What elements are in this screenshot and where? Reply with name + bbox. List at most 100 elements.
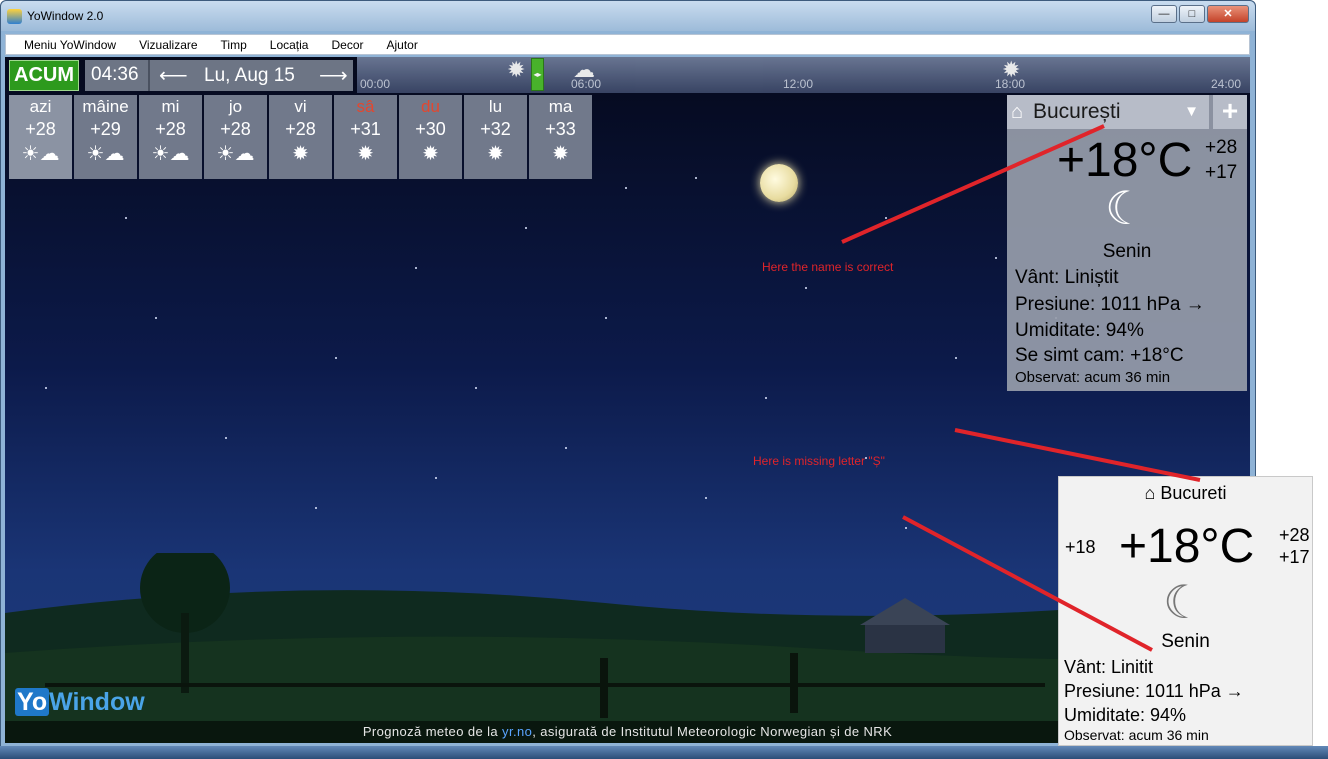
star — [905, 527, 907, 529]
widget-temperature: +18°C — [1119, 520, 1255, 573]
forecast-strip: azi +28 ☀☁ mâine +29 ☀☁ mi +28 ☀☁ jo +28 ☀☁ vi +28 ✹ sâ… — [9, 95, 592, 179]
forecast-day-name: ma — [548, 97, 573, 116]
forecast-day[interactable]: sâ +31 ✹ — [334, 95, 397, 179]
widget-pressure: Presiune: 1011 hPa → — [1064, 681, 1244, 701]
timeline-tick: 00:00 — [360, 77, 391, 91]
forecast-day-temp: +30 — [415, 119, 446, 139]
title-bar[interactable]: YoWindow 2.0 — □ ✕ — [1, 1, 1255, 31]
day-timeline[interactable]: 00:00 06:00 12:00 18:00 24:00 ✹ ☁ ✹ ◂▸ — [357, 57, 1250, 93]
star — [415, 267, 417, 269]
sun-cloud-icon: ☁ — [573, 57, 595, 82]
forecast-day-name: lu — [488, 97, 503, 116]
credits-text-after: , asigurată de Institutul Meteorologic N… — [532, 724, 893, 739]
forecast-day-temp: +28 — [155, 119, 186, 139]
star — [565, 447, 567, 449]
credits-text-before: Prognoză meteo de la — [362, 724, 503, 739]
forecast-day-temp: +29 — [90, 119, 121, 139]
forecast-day[interactable]: mi +28 ☀☁ — [139, 95, 202, 179]
star — [525, 227, 527, 229]
menu-time[interactable]: Timp — [221, 38, 247, 52]
wind-text: Vânt: Liniștit — [1015, 267, 1119, 288]
forecast-day-name: jo — [228, 97, 243, 116]
sun-cloud-icon: ☀☁ — [151, 143, 190, 165]
yowindow-logo[interactable]: YoWindow — [9, 686, 151, 719]
forecast-day-name: mi — [161, 97, 180, 116]
logo-part-yo: Yo — [15, 688, 50, 716]
current-weather-panel: ⌂ București ▼ + +18°C +28 +17 ☾ Senin Vâ… — [1007, 95, 1247, 391]
close-button[interactable]: ✕ — [1207, 5, 1249, 23]
next-day-arrow-icon[interactable]: ⟶ — [319, 63, 348, 88]
timeline-tick: 24:00 — [1211, 77, 1242, 91]
forecast-day[interactable]: vi +28 ✹ — [269, 95, 332, 179]
home-icon: ⌂ — [1144, 483, 1161, 503]
widget-wind: Vânt: Linitit — [1064, 657, 1154, 677]
star — [225, 437, 227, 439]
forecast-day-temp: +33 — [545, 119, 576, 139]
widget-high: +28 — [1279, 525, 1310, 545]
moon-clear-icon: ☾ — [1163, 576, 1205, 628]
sun-icon: ✹ — [422, 143, 439, 165]
current-time: 04:36 — [91, 64, 139, 85]
yowindow-app-icon — [7, 9, 22, 24]
forecast-day[interactable]: du +30 ✹ — [399, 95, 462, 179]
widget-location: ⌂ Bucureti — [1059, 483, 1312, 504]
star — [335, 357, 337, 359]
timeline-slider-handle[interactable]: ◂▸ — [531, 58, 544, 91]
forecast-day[interactable]: lu +32 ✹ — [464, 95, 527, 179]
forecast-day[interactable]: jo +28 ☀☁ — [204, 95, 267, 179]
forecast-day[interactable]: mâine +29 ☀☁ — [74, 95, 137, 179]
forecast-day[interactable]: ma +33 ✹ — [529, 95, 592, 179]
sun-cloud-icon: ☀☁ — [216, 143, 255, 165]
sun-icon: ✹ — [507, 57, 526, 82]
widget-humidity: Umiditate: 94% — [1064, 705, 1187, 725]
timeline-tick: 12:00 — [783, 77, 814, 91]
star — [705, 497, 707, 499]
widget-small-temp: +18 — [1065, 537, 1096, 557]
star — [315, 507, 317, 509]
forecast-day-temp: +28 — [285, 119, 316, 139]
star — [995, 257, 997, 259]
current-date: Lu, Aug 15 — [204, 65, 295, 86]
star — [125, 217, 127, 219]
minimize-button[interactable]: — — [1151, 5, 1177, 23]
forecast-day-name: mâine — [82, 97, 129, 116]
sun-icon: ✹ — [1002, 57, 1021, 82]
humidity-text: Umiditate: 94% — [1015, 320, 1144, 341]
menu-yowindow[interactable]: Meniu YoWindow — [24, 38, 116, 52]
window-title: YoWindow 2.0 — [27, 9, 104, 23]
high-temperature: +28 — [1205, 137, 1238, 158]
yr-no-link[interactable]: yr.no — [502, 724, 532, 739]
location-selector[interactable]: ⌂ București ▼ — [1007, 95, 1209, 129]
pressure-text: Presiune: 1011 hPa → — [1015, 294, 1205, 315]
menu-view[interactable]: Vizualizare — [139, 38, 197, 52]
sun-icon: ✹ — [552, 143, 569, 165]
forecast-day-temp: +32 — [480, 119, 511, 139]
star — [155, 317, 157, 319]
now-button[interactable]: ACUM — [9, 60, 79, 91]
star — [45, 387, 47, 389]
menu-decor[interactable]: Decor — [331, 38, 363, 52]
top-toolbar: ACUM 04:36 ⟵ Lu, Aug 15 ⟶ 00:00 06:00 12… — [5, 57, 1250, 93]
sun-icon: ✹ — [357, 143, 374, 165]
low-temperature: +17 — [1205, 162, 1238, 183]
sun-cloud-icon: ☀☁ — [86, 143, 125, 165]
sun-icon: ✹ — [487, 143, 504, 165]
add-location-button[interactable]: + — [1213, 95, 1247, 129]
star — [955, 357, 957, 359]
star — [695, 177, 697, 179]
star — [475, 387, 477, 389]
menu-help[interactable]: Ajutor — [387, 38, 418, 52]
chevron-down-icon[interactable]: ▼ — [1184, 103, 1199, 120]
forecast-day-name: vi — [294, 97, 307, 116]
star — [765, 397, 767, 399]
window-controls: — □ ✕ — [1151, 5, 1249, 23]
forecast-day[interactable]: azi +28 ☀☁ — [9, 95, 72, 179]
annotation-correct: Here the name is correct — [762, 260, 894, 274]
feels-like-text: Se simt cam: +18°C — [1015, 345, 1184, 366]
menu-location[interactable]: Locația — [270, 38, 309, 52]
star — [435, 477, 437, 479]
windows-taskbar[interactable] — [0, 746, 1328, 759]
forecast-day-temp: +31 — [350, 119, 381, 139]
prev-day-arrow-icon[interactable]: ⟵ — [159, 63, 188, 88]
maximize-button[interactable]: □ — [1179, 5, 1205, 23]
